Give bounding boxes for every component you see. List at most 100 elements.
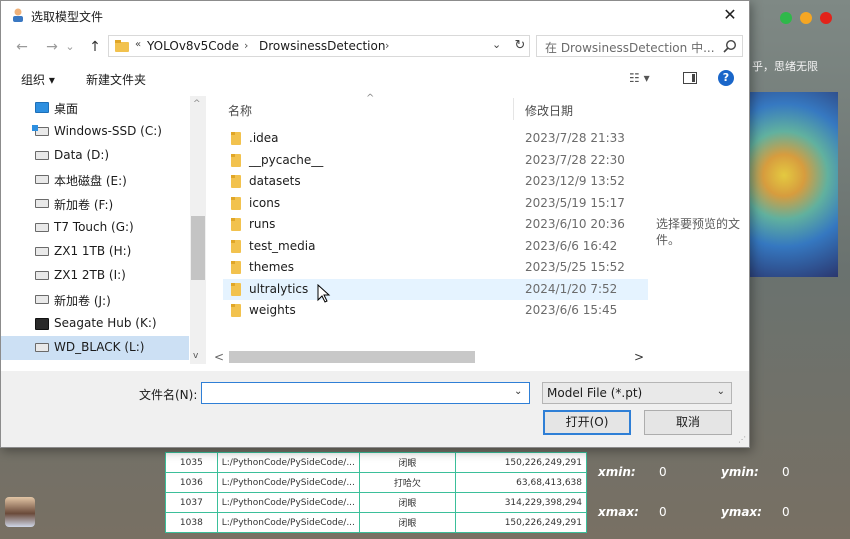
file-name: test_media (249, 238, 316, 253)
file-type-select[interactable]: Model File (*.pt) ⌄ (542, 382, 732, 404)
sidebar-item[interactable]: ZX1 1TB (H:) (1, 240, 189, 264)
address-history-chevron-icon[interactable]: ⌄ (492, 38, 501, 51)
open-button[interactable]: 打开(O) (543, 410, 631, 435)
breadcrumb-drowsinessdetection[interactable]: DrowsinessDetection (259, 39, 385, 53)
preview-pane-icon[interactable] (683, 72, 697, 84)
resize-grip-icon[interactable]: ⋰ (738, 435, 746, 444)
address-bar[interactable]: « YOLOv8v5Code › DrowsinessDetection › ⌄ (108, 35, 530, 57)
up-arrow-icon[interactable]: ↑ (84, 36, 106, 58)
sidebar-item[interactable]: 新加卷 (F:) (1, 192, 189, 216)
table-cell: 150,226,249,291 (454, 452, 588, 473)
drive-icon (35, 295, 49, 304)
maximize-dot[interactable] (780, 12, 792, 24)
folder-icon (231, 239, 241, 253)
file-modified-date: 2023/5/25 15:52 (525, 260, 625, 274)
new-folder-button[interactable]: 新建文件夹 (86, 71, 146, 88)
column-header-name[interactable]: 名称 (228, 102, 252, 119)
breadcrumb-separator-icon[interactable]: › (385, 39, 389, 52)
sidebar-item-label: 本地磁盘 (E:) (54, 174, 127, 188)
column-divider[interactable] (513, 98, 514, 120)
sidebar-item[interactable]: WD_BLACK (L:) (1, 336, 189, 360)
forward-arrow-icon[interactable]: → (41, 36, 63, 58)
drive-icon (35, 199, 49, 208)
table-cell: 闭眼 (358, 492, 456, 513)
folder-icon (231, 261, 241, 274)
file-list-row[interactable]: datasets 2023/12/9 13:52 (223, 171, 648, 192)
address-overflow-icon[interactable]: « (135, 39, 141, 50)
table-cell: 314,229,398,294 (454, 492, 588, 513)
close-dot[interactable] (820, 12, 832, 24)
file-list-row[interactable]: test_media 2023/6/6 16:42 (223, 236, 648, 257)
xmax-label: xmax: (598, 505, 639, 519)
folder-icon (231, 196, 241, 210)
table-row[interactable]: 1036 L:/PythonCode/PySideCode/... 打哈欠 63,68… (165, 472, 588, 493)
sidebar-item-label: 桌面 (54, 102, 79, 116)
sidebar-item[interactable]: 新加卷 (J:) (1, 288, 189, 312)
cancel-button[interactable]: 取消 (644, 410, 732, 435)
scroll-left-arrow-icon[interactable]: < (214, 350, 224, 364)
breadcrumb-separator-icon[interactable]: › (244, 39, 248, 52)
file-modified-date: 2023/7/28 21:33 (525, 131, 625, 145)
sidebar-item-label: WD_BLACK (L:) (54, 340, 145, 354)
breadcrumb-yolov8v5code[interactable]: YOLOv8v5Code (147, 39, 239, 53)
search-icon[interactable] (723, 39, 737, 53)
file-list-row[interactable]: __pycache__ 2023/7/28 22:30 (223, 150, 648, 171)
file-list-horizontal-scrollbar[interactable]: < > (209, 347, 649, 367)
table-cell: L:/PythonCode/PySideCode/... (216, 492, 360, 513)
sidebar-item[interactable]: ZX1 2TB (I:) (1, 264, 189, 288)
sidebar-item[interactable]: Windows-SSD (C:) (1, 120, 189, 144)
xmax-value: 0 (659, 505, 667, 519)
navigation-pane-scroll-thumb[interactable] (191, 216, 205, 280)
help-icon[interactable]: ? (718, 70, 734, 86)
horizontal-scroll-thumb[interactable] (229, 351, 475, 363)
close-button[interactable]: ✕ (711, 1, 749, 31)
drive-icon (35, 151, 49, 160)
recent-locations-chevron-icon[interactable]: ⌄ (63, 36, 77, 58)
minimize-dot[interactable] (800, 12, 812, 24)
sidebar-item[interactable]: Data (D:) (1, 144, 189, 168)
organize-button[interactable]: 组织 ▾ (21, 71, 55, 88)
sidebar-item[interactable]: T7 Touch (G:) (1, 216, 189, 240)
results-table: 1035 L:/PythonCode/PySideCode/... 闭眼 150,22… (165, 452, 588, 533)
sidebar-item[interactable]: Seagate Hub (K:) (1, 312, 189, 336)
file-list-row[interactable]: .idea 2023/7/28 21:33 (223, 128, 648, 149)
table-cell: 1036 (165, 472, 218, 493)
table-cell: 闭眼 (358, 452, 456, 473)
change-view-icon[interactable]: ☷ ▾ (629, 71, 650, 85)
ymin-label: ymin: (721, 465, 759, 479)
table-cell: 打哈欠 (358, 472, 456, 493)
sidebar-item-label: Seagate Hub (K:) (54, 316, 157, 330)
file-list-row[interactable]: runs 2023/6/10 20:36 (223, 214, 648, 235)
table-row[interactable]: 1038 L:/PythonCode/PySideCode/... 闭眼 150,22… (165, 512, 588, 533)
sidebar-item-label: 新加卷 (J:) (54, 294, 111, 308)
table-row[interactable]: 1037 L:/PythonCode/PySideCode/... 闭眼 314,22… (165, 492, 588, 513)
scroll-down-arrow-icon[interactable]: v (193, 351, 198, 361)
refresh-icon[interactable]: ↻ (510, 36, 530, 56)
back-arrow-icon[interactable]: ← (11, 36, 33, 58)
filename-history-chevron-icon[interactable]: ⌄ (514, 386, 522, 397)
file-list-row[interactable]: themes 2023/5/25 15:52 (223, 257, 648, 278)
sidebar-item[interactable]: 桌面 (1, 96, 189, 120)
sidebar-item-label: Windows-SSD (C:) (54, 124, 162, 138)
scroll-up-arrow-icon[interactable]: ^ (193, 99, 201, 109)
drive-icon (35, 247, 49, 256)
sidebar-item-label: ZX1 1TB (H:) (54, 244, 132, 258)
table-row[interactable]: 1035 L:/PythonCode/PySideCode/... 闭眼 150,22… (165, 452, 588, 473)
avatar[interactable] (5, 497, 35, 527)
file-list-row[interactable]: icons 2023/5/19 15:17 (223, 193, 648, 214)
file-name: datasets (249, 174, 301, 188)
file-list-row[interactable]: weights 2023/6/6 15:45 (223, 300, 648, 321)
filename-input[interactable] (201, 382, 530, 404)
navigation-pane: 桌面 Windows-SSD (C:) Data (D:) 本地磁盘 (E:) 新加卷 … (1, 96, 206, 364)
file-list-row[interactable]: ultralytics 2024/1/20 7:52 (223, 278, 648, 300)
search-input[interactable]: 在 DrowsinessDetection 中... (536, 35, 743, 57)
file-modified-date: 2024/1/20 7:52 (525, 281, 618, 296)
column-header-date[interactable]: 修改日期 (525, 102, 573, 119)
scroll-right-arrow-icon[interactable]: > (634, 350, 644, 364)
file-name: weights (249, 303, 296, 317)
dialog-titlebar[interactable]: 选取模型文件 ✕ (1, 1, 749, 31)
folder-icon (231, 132, 241, 145)
file-modified-date: 2023/6/10 20:36 (525, 217, 625, 231)
sidebar-item[interactable]: 本地磁盘 (E:) (1, 168, 189, 192)
file-name: ultralytics (249, 281, 309, 296)
